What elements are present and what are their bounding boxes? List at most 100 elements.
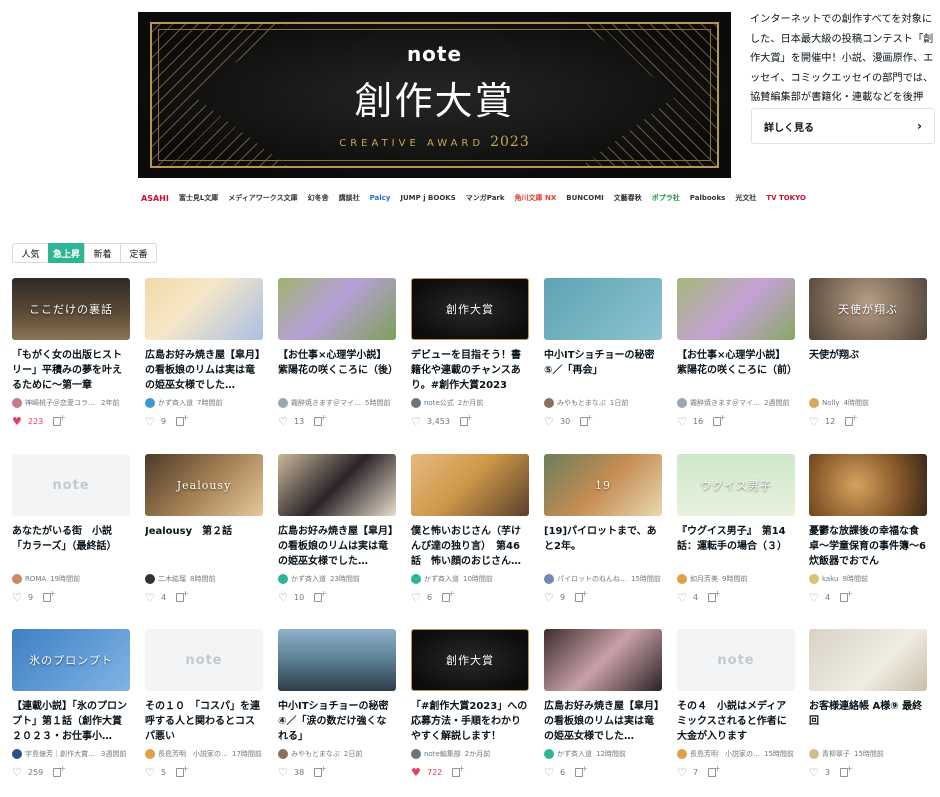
add-to-magazine-icon[interactable] <box>708 764 721 777</box>
article-title[interactable]: 「#創作大賞2023」への応募方法・手順をわかりやすく解説します！ <box>411 699 529 744</box>
article-title[interactable]: お客様連絡帳 A様⑨ 最終回 <box>809 699 927 744</box>
article-thumbnail[interactable]: 創作大賞 <box>411 629 529 691</box>
article-thumbnail[interactable]: note <box>12 454 130 516</box>
article-thumbnail[interactable]: 氷のプロンプト <box>12 629 130 691</box>
tab-new[interactable]: 新着 <box>84 243 121 263</box>
avatar[interactable] <box>145 574 155 584</box>
article-thumbnail[interactable] <box>278 454 396 516</box>
article-thumbnail[interactable] <box>544 278 662 340</box>
article-card[interactable]: 広島お好み焼き屋【皐月】の看板娘のリムは実は竜の姫巫女様でした… かず斉入道 7時間… <box>145 278 263 427</box>
add-to-magazine-icon[interactable] <box>314 413 327 426</box>
heart-icon[interactable]: ♡ <box>145 416 157 427</box>
add-to-magazine-icon[interactable] <box>580 413 593 426</box>
article-title[interactable]: 広島お好み焼き屋【皐月】の看板娘のリムは実は竜の姫巫女様でした… <box>544 699 662 744</box>
add-to-magazine-icon[interactable] <box>176 413 189 426</box>
heart-icon[interactable]: ♡ <box>677 416 689 427</box>
article-thumbnail[interactable] <box>809 629 927 691</box>
add-to-magazine-icon[interactable] <box>459 413 473 426</box>
article-thumbnail[interactable] <box>145 278 263 340</box>
author-name[interactable]: パイロットのねんね… <box>557 574 627 584</box>
author-name[interactable]: kaku <box>822 575 839 583</box>
avatar[interactable] <box>278 398 288 408</box>
avatar[interactable] <box>809 398 819 408</box>
add-to-magazine-icon[interactable] <box>845 413 858 426</box>
add-to-magazine-icon[interactable] <box>53 413 66 426</box>
article-card[interactable]: 【お仕事×心理学小説】紫陽花の咲くころに（前） 霧醉焼きます＠マイ… 2週間前 ♡ 16 <box>677 278 795 427</box>
article-card[interactable]: note その４ 小説はメディアミックスされると作者に大金が入ります 長島芳明 小説… <box>677 629 795 778</box>
author-name[interactable]: かず斉入道 <box>291 574 326 584</box>
tab-popular[interactable]: 人気 <box>12 243 49 263</box>
article-title[interactable]: Jealousy 第２話 <box>145 524 263 569</box>
add-to-magazine-icon[interactable] <box>176 589 189 602</box>
author-name[interactable]: 宇島億芳｜創作大賞2… <box>25 749 97 759</box>
author-name[interactable]: 神崎桃子＠恋愛コラム… <box>25 398 97 408</box>
avatar[interactable] <box>145 749 155 759</box>
add-to-magazine-icon[interactable] <box>840 764 853 777</box>
add-to-magazine-icon[interactable] <box>176 764 189 777</box>
article-card[interactable]: ウグイス男子 『ウグイス男子』 第14話：運転手の場合（３） 如月芳美 9時間前 ♡ 4 <box>677 454 795 603</box>
add-to-magazine-icon[interactable] <box>713 413 726 426</box>
article-title[interactable]: 広島お好み焼き屋【皐月】の看板娘のリムは実は竜の姫巫女様でした… <box>278 524 396 569</box>
creative-award-banner[interactable]: note 創作大賞 CREATIVE AWARD 2023 <box>138 12 731 178</box>
heart-icon[interactable]: ♡ <box>544 416 556 427</box>
article-title[interactable]: 【お仕事×心理学小説】紫陽花の咲くころに（前） <box>677 348 795 393</box>
article-card[interactable]: 僕と怖いおじさん（芋けんぴ達の独り言） 第46話 怖い顔のおじさん… かず斉入道 1… <box>411 454 529 603</box>
add-to-magazine-icon[interactable] <box>708 589 721 602</box>
avatar[interactable] <box>809 749 819 759</box>
article-thumbnail[interactable]: ウグイス男子 <box>677 454 795 516</box>
article-card[interactable]: note その１０ 「コスパ」を連呼する人と関わるとコスパ悪い 長島芳明 小説家の…… <box>145 629 263 778</box>
add-to-magazine-icon[interactable] <box>43 589 56 602</box>
heart-icon[interactable]: ♡ <box>809 592 821 603</box>
avatar[interactable] <box>544 398 554 408</box>
details-button[interactable]: 詳しく見る › <box>751 108 935 144</box>
add-to-magazine-icon[interactable] <box>575 589 588 602</box>
heart-icon[interactable]: ♡ <box>677 592 689 603</box>
article-thumbnail[interactable]: ここだけの裏話 <box>12 278 130 340</box>
article-title[interactable]: あなたがいる街 小説「カラーズ」（最終話） <box>12 524 130 569</box>
heart-icon[interactable]: ♡ <box>411 592 423 603</box>
article-title[interactable]: 『ウグイス男子』 第14話：運転手の場合（３） <box>677 524 795 569</box>
article-card[interactable]: 創作大賞「#創作大賞2023」への応募方法・手順をわかりやすく解説します！ not… <box>411 629 529 778</box>
heart-icon[interactable]: ♡ <box>12 767 24 778</box>
avatar[interactable] <box>677 574 687 584</box>
heart-icon[interactable]: ♡ <box>544 767 556 778</box>
add-to-magazine-icon[interactable] <box>53 764 66 777</box>
article-title[interactable]: [19]パイロットまで、あと2年。 <box>544 524 662 569</box>
article-card[interactable]: 広島お好み焼き屋【皐月】の看板娘のリムは実は竜の姫巫女様でした… かず斉入道 12時… <box>544 629 662 778</box>
article-title[interactable]: 「もがく女の出版ヒストリー」平積みの夢を叶えるために〜第一章 <box>12 348 130 393</box>
tab-trending[interactable]: 急上昇 <box>48 243 85 263</box>
article-thumbnail[interactable] <box>677 278 795 340</box>
article-thumbnail[interactable]: Jealousy <box>145 454 263 516</box>
article-thumbnail[interactable] <box>544 629 662 691</box>
heart-icon[interactable]: ♡ <box>145 767 157 778</box>
article-card[interactable]: 19 [19]パイロットまで、あと2年。 パイロットのねんね… 15時間前 ♡ 9 <box>544 454 662 603</box>
article-title[interactable]: 中小ITショチョーの秘密⑤／「再会」 <box>544 348 662 393</box>
heart-icon[interactable]: ♡ <box>544 592 556 603</box>
author-name[interactable]: 長島芳明 小説家の… <box>690 749 760 759</box>
article-thumbnail[interactable]: note <box>677 629 795 691</box>
avatar[interactable] <box>677 749 687 759</box>
author-name[interactable]: かず斉入道 <box>557 749 592 759</box>
avatar[interactable] <box>278 749 288 759</box>
article-card[interactable]: 氷のプロンプト 【連載小説】「氷のプロンプト」第１話（創作大賞２０２３・お仕事小…… <box>12 629 130 778</box>
article-card[interactable]: 【お仕事×心理学小説】紫陽花の咲くころに（後） 霧醉焼きます＠マイ… 5時間前 ♡ 13 <box>278 278 396 427</box>
author-name[interactable]: みやもとまなぶ <box>557 398 606 408</box>
article-card[interactable]: 中小ITショチョーの秘密⑤／「再会」 みやもとまなぶ 1日前 ♡ 30 <box>544 278 662 427</box>
author-name[interactable]: 霧醉焼きます＠マイ… <box>291 398 361 408</box>
author-name[interactable]: 霧醉焼きます＠マイ… <box>690 398 760 408</box>
add-to-magazine-icon[interactable] <box>452 764 465 777</box>
article-card[interactable]: 中小ITショチョーの秘密④／「涙の数だけ強くなれる」 みやもとまなぶ 2日前 ♡ 38 <box>278 629 396 778</box>
avatar[interactable] <box>544 574 554 584</box>
avatar[interactable] <box>12 749 22 759</box>
avatar[interactable] <box>12 398 22 408</box>
article-thumbnail[interactable] <box>809 454 927 516</box>
avatar[interactable] <box>411 574 421 584</box>
author-name[interactable]: かず斉入道 <box>158 398 193 408</box>
heart-icon[interactable]: ♡ <box>411 416 423 427</box>
article-card[interactable]: お客様連絡帳 A様⑨ 最終回 青柳翠子 15時間前 ♡ 3 <box>809 629 927 778</box>
author-name[interactable]: note公式 <box>424 398 454 408</box>
article-card[interactable]: 天使が翔ぶ 天使が翔ぶ Nolly 4時間前 ♡ 12 <box>809 278 927 427</box>
article-thumbnail[interactable]: 創作大賞 <box>411 278 529 340</box>
author-name[interactable]: note編集部 <box>424 749 461 759</box>
add-to-magazine-icon[interactable] <box>840 589 853 602</box>
